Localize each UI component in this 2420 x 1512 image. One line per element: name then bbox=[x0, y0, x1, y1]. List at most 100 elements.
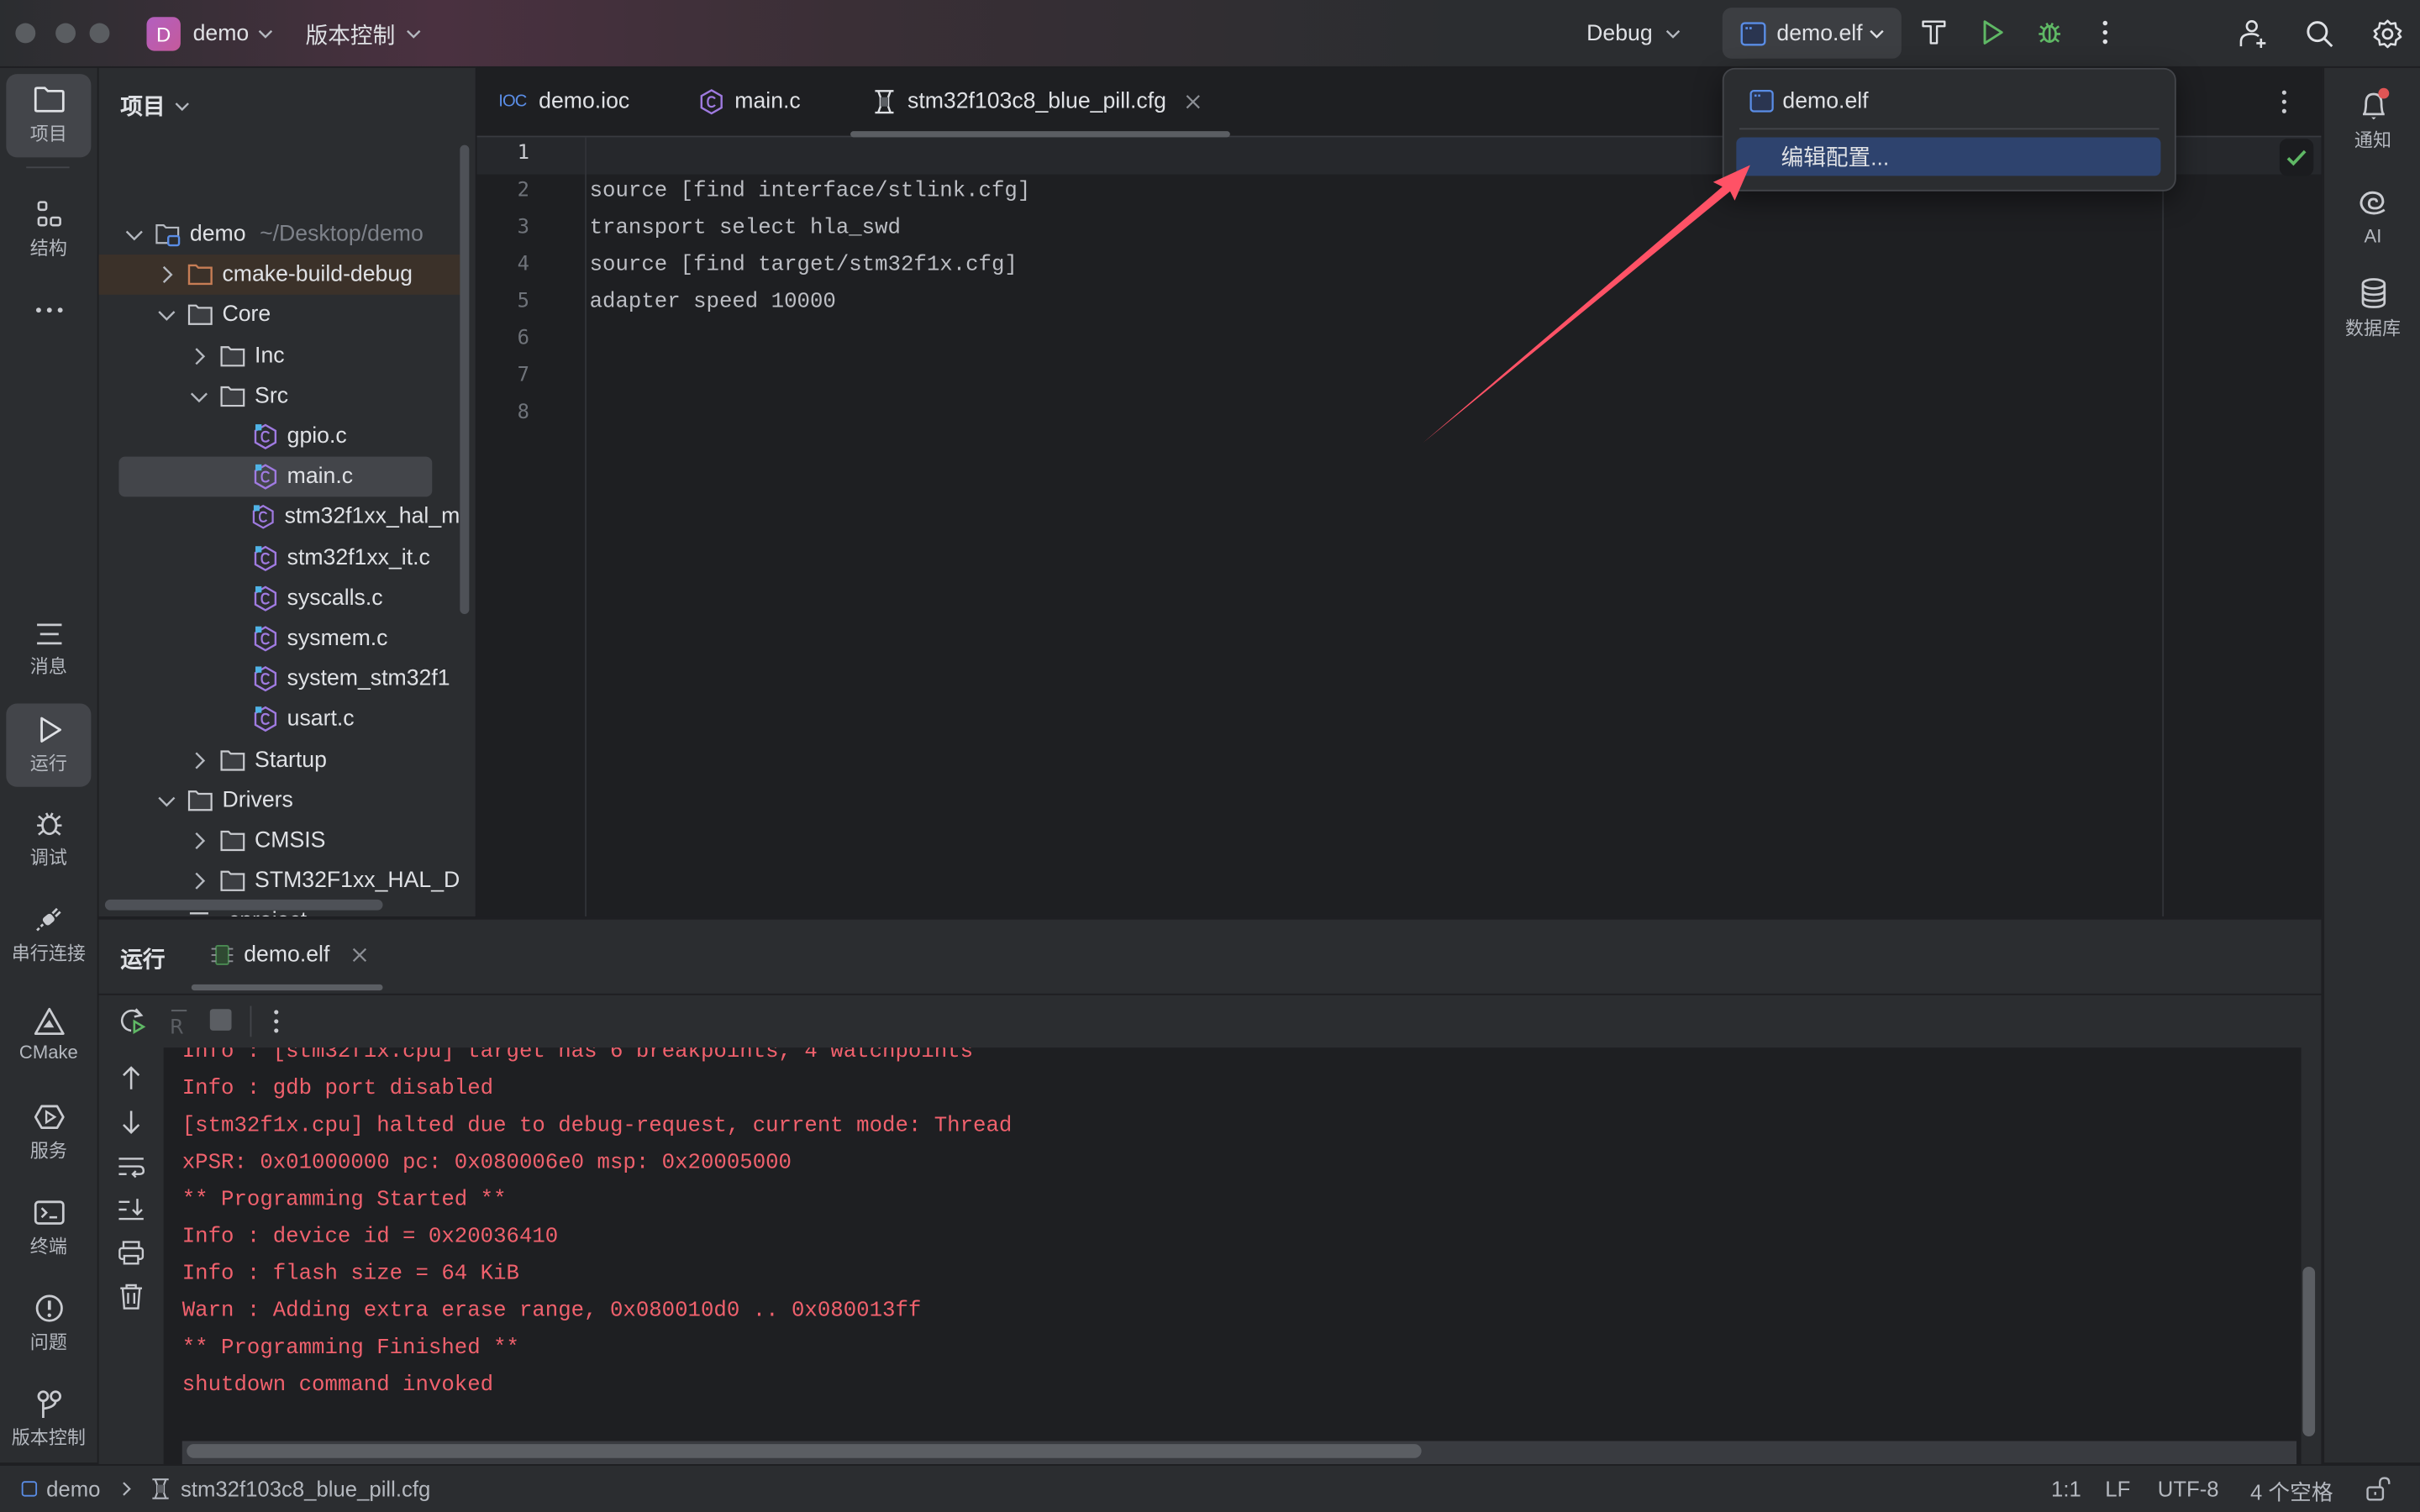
scroll-down-button[interactable] bbox=[118, 1108, 145, 1136]
breadcrumb-project[interactable]: demo bbox=[46, 1477, 100, 1501]
console-vertical-scrollbar[interactable] bbox=[2302, 1266, 2316, 1436]
tool-messages[interactable]: 消息 bbox=[6, 611, 91, 688]
tree-item[interactable]: stm32f1xx_hal_m bbox=[99, 497, 460, 538]
settings-button[interactable] bbox=[2369, 15, 2406, 52]
tree-item[interactable]: Startup bbox=[99, 740, 460, 780]
folder-icon bbox=[220, 749, 245, 770]
dropdown-item-demo-elf[interactable]: demo.elf bbox=[1749, 88, 1869, 114]
tree-item[interactable]: STM32F1xx_HAL_D bbox=[99, 861, 460, 901]
print-button[interactable] bbox=[118, 1239, 145, 1267]
spacer bbox=[156, 911, 178, 916]
scroll-to-end-button[interactable] bbox=[118, 1195, 145, 1223]
run-tab-demo-elf[interactable]: demo.elf bbox=[210, 932, 367, 978]
soft-wrap-button[interactable] bbox=[118, 1152, 145, 1180]
close-icon[interactable] bbox=[351, 948, 366, 963]
tree-item[interactable]: Inc bbox=[99, 336, 460, 376]
run-button[interactable] bbox=[1975, 15, 2009, 49]
run-config-selector[interactable]: demo.elf bbox=[1722, 8, 1902, 59]
tool-project[interactable]: 项目 bbox=[6, 74, 92, 158]
tree-horizontal-scrollbar[interactable] bbox=[104, 899, 383, 911]
tool-notifications[interactable]: 通知 bbox=[2330, 83, 2415, 157]
tree-item[interactable]: Drivers bbox=[99, 780, 460, 821]
indent-setting[interactable]: 4 个空格 bbox=[2250, 1477, 2333, 1508]
file-encoding[interactable]: UTF-8 bbox=[2158, 1477, 2219, 1501]
tool-run[interactable]: 运行 bbox=[6, 703, 92, 787]
build-button[interactable] bbox=[1917, 15, 1950, 49]
tool-debug[interactable]: 调试 bbox=[6, 799, 91, 879]
tool-vcs[interactable]: 版本控制 bbox=[6, 1379, 91, 1460]
chevron-right-icon[interactable] bbox=[188, 345, 210, 367]
chevron-right-icon[interactable] bbox=[188, 830, 210, 852]
messages-icon bbox=[36, 623, 61, 645]
scroll-up-button[interactable] bbox=[118, 1064, 145, 1092]
vcs-menu[interactable]: 版本控制 bbox=[306, 15, 422, 52]
tab-demo-ioc[interactable]: IOC demo.ioc bbox=[498, 68, 629, 136]
tree-item[interactable]: Src bbox=[99, 376, 460, 417]
tree-item[interactable]: system_stm32f1 bbox=[99, 659, 460, 700]
clear-console-button[interactable] bbox=[118, 1282, 145, 1310]
tool-more[interactable] bbox=[6, 287, 91, 333]
tab-blue-pill-cfg[interactable]: stm32f103c8_blue_pill.cfg bbox=[872, 68, 1201, 136]
stop-button[interactable] bbox=[209, 1009, 232, 1031]
tool-serial[interactable]: 串行连接 bbox=[6, 895, 91, 975]
tree-item[interactable]: demo ~/Desktop/demo bbox=[99, 214, 460, 255]
chevron-right-icon[interactable] bbox=[188, 870, 210, 892]
chevron-down-icon[interactable] bbox=[124, 223, 145, 245]
tree-item-label: Inc bbox=[255, 343, 285, 369]
console-horizontal-scrollbar[interactable] bbox=[187, 1444, 1422, 1458]
tool-cmake[interactable]: CMake bbox=[6, 994, 91, 1074]
add-user-button[interactable] bbox=[2235, 15, 2272, 52]
rerun-failed-button[interactable]: R bbox=[166, 1006, 191, 1037]
tree-item[interactable]: gpio.c bbox=[99, 417, 460, 457]
tree-item[interactable]: main.c bbox=[118, 457, 433, 497]
read-only-toggle[interactable] bbox=[2365, 1475, 2392, 1503]
tree-item[interactable]: cmake-build-debug bbox=[98, 255, 460, 296]
tree-item[interactable]: syscalls.c bbox=[99, 578, 460, 618]
chevron-down-icon[interactable] bbox=[156, 305, 178, 327]
build-config-selector[interactable]: Debug bbox=[1586, 15, 1681, 52]
tree-item[interactable]: Core bbox=[99, 296, 460, 336]
caret-position[interactable]: 1:1 bbox=[2051, 1477, 2081, 1501]
tab-label: demo.ioc bbox=[539, 89, 630, 114]
tree-item[interactable]: stm32f1xx_it.c bbox=[99, 538, 460, 578]
tool-problems[interactable]: 问题 bbox=[6, 1284, 91, 1364]
code-editor[interactable]: 1 2 source [find interface/stlink.cfg] 3 tra… bbox=[476, 137, 2322, 917]
rerun-button[interactable] bbox=[118, 1006, 149, 1037]
tool-ai[interactable]: AI bbox=[2330, 179, 2415, 253]
chevron-right-icon[interactable] bbox=[156, 264, 178, 286]
chevron-down-icon[interactable] bbox=[188, 386, 210, 407]
tool-structure[interactable]: 结构 bbox=[6, 192, 91, 269]
edit-configurations-item[interactable]: 编辑配置... bbox=[1736, 137, 2161, 176]
line-ending[interactable]: LF bbox=[2105, 1477, 2130, 1501]
tool-label: CMake bbox=[18, 1040, 78, 1063]
checkmark-icon bbox=[2286, 150, 2307, 166]
tree-vertical-scrollbar[interactable] bbox=[460, 144, 470, 615]
debug-button[interactable] bbox=[2033, 15, 2066, 49]
console-output[interactable]: Info : [stm32f1x.cpu] target has 6 break… bbox=[163, 1047, 2302, 1465]
more-actions-button[interactable] bbox=[2090, 15, 2121, 49]
chevron-right-icon[interactable] bbox=[188, 749, 210, 771]
folder-icon bbox=[220, 386, 245, 407]
tool-terminal[interactable]: 终端 bbox=[6, 1188, 91, 1268]
tree-item[interactable]: CMSIS bbox=[99, 821, 460, 861]
project-selector[interactable]: D demo bbox=[146, 15, 273, 52]
tree-item[interactable]: sysmem.c bbox=[99, 619, 460, 659]
tool-services[interactable]: 服务 bbox=[6, 1092, 91, 1173]
tree-item[interactable]: usart.c bbox=[99, 700, 460, 740]
tab-main-c[interactable]: main.c bbox=[697, 68, 801, 136]
minimize-window-button[interactable] bbox=[55, 23, 76, 44]
run-panel: 运行 demo.elf R Info: [stm32f1x.cpu] targ… bbox=[98, 917, 2322, 1465]
chevron-down-icon[interactable] bbox=[156, 790, 178, 811]
editor-tab-options-button[interactable] bbox=[2280, 88, 2295, 116]
tool-database[interactable]: 数据库 bbox=[2330, 271, 2415, 345]
search-button[interactable] bbox=[2302, 15, 2338, 52]
breadcrumb-file[interactable]: stm32f103c8_blue_pill.cfg bbox=[181, 1477, 430, 1501]
spacer bbox=[221, 426, 243, 448]
close-window-button[interactable] bbox=[15, 23, 36, 44]
inspection-status[interactable] bbox=[2279, 139, 2314, 176]
chevron-down-icon bbox=[1869, 29, 1884, 38]
zoom-window-button[interactable] bbox=[89, 23, 110, 44]
close-icon[interactable] bbox=[1185, 94, 1200, 109]
run-more-button[interactable] bbox=[271, 1007, 281, 1035]
kebab-menu-icon bbox=[2102, 20, 2108, 45]
